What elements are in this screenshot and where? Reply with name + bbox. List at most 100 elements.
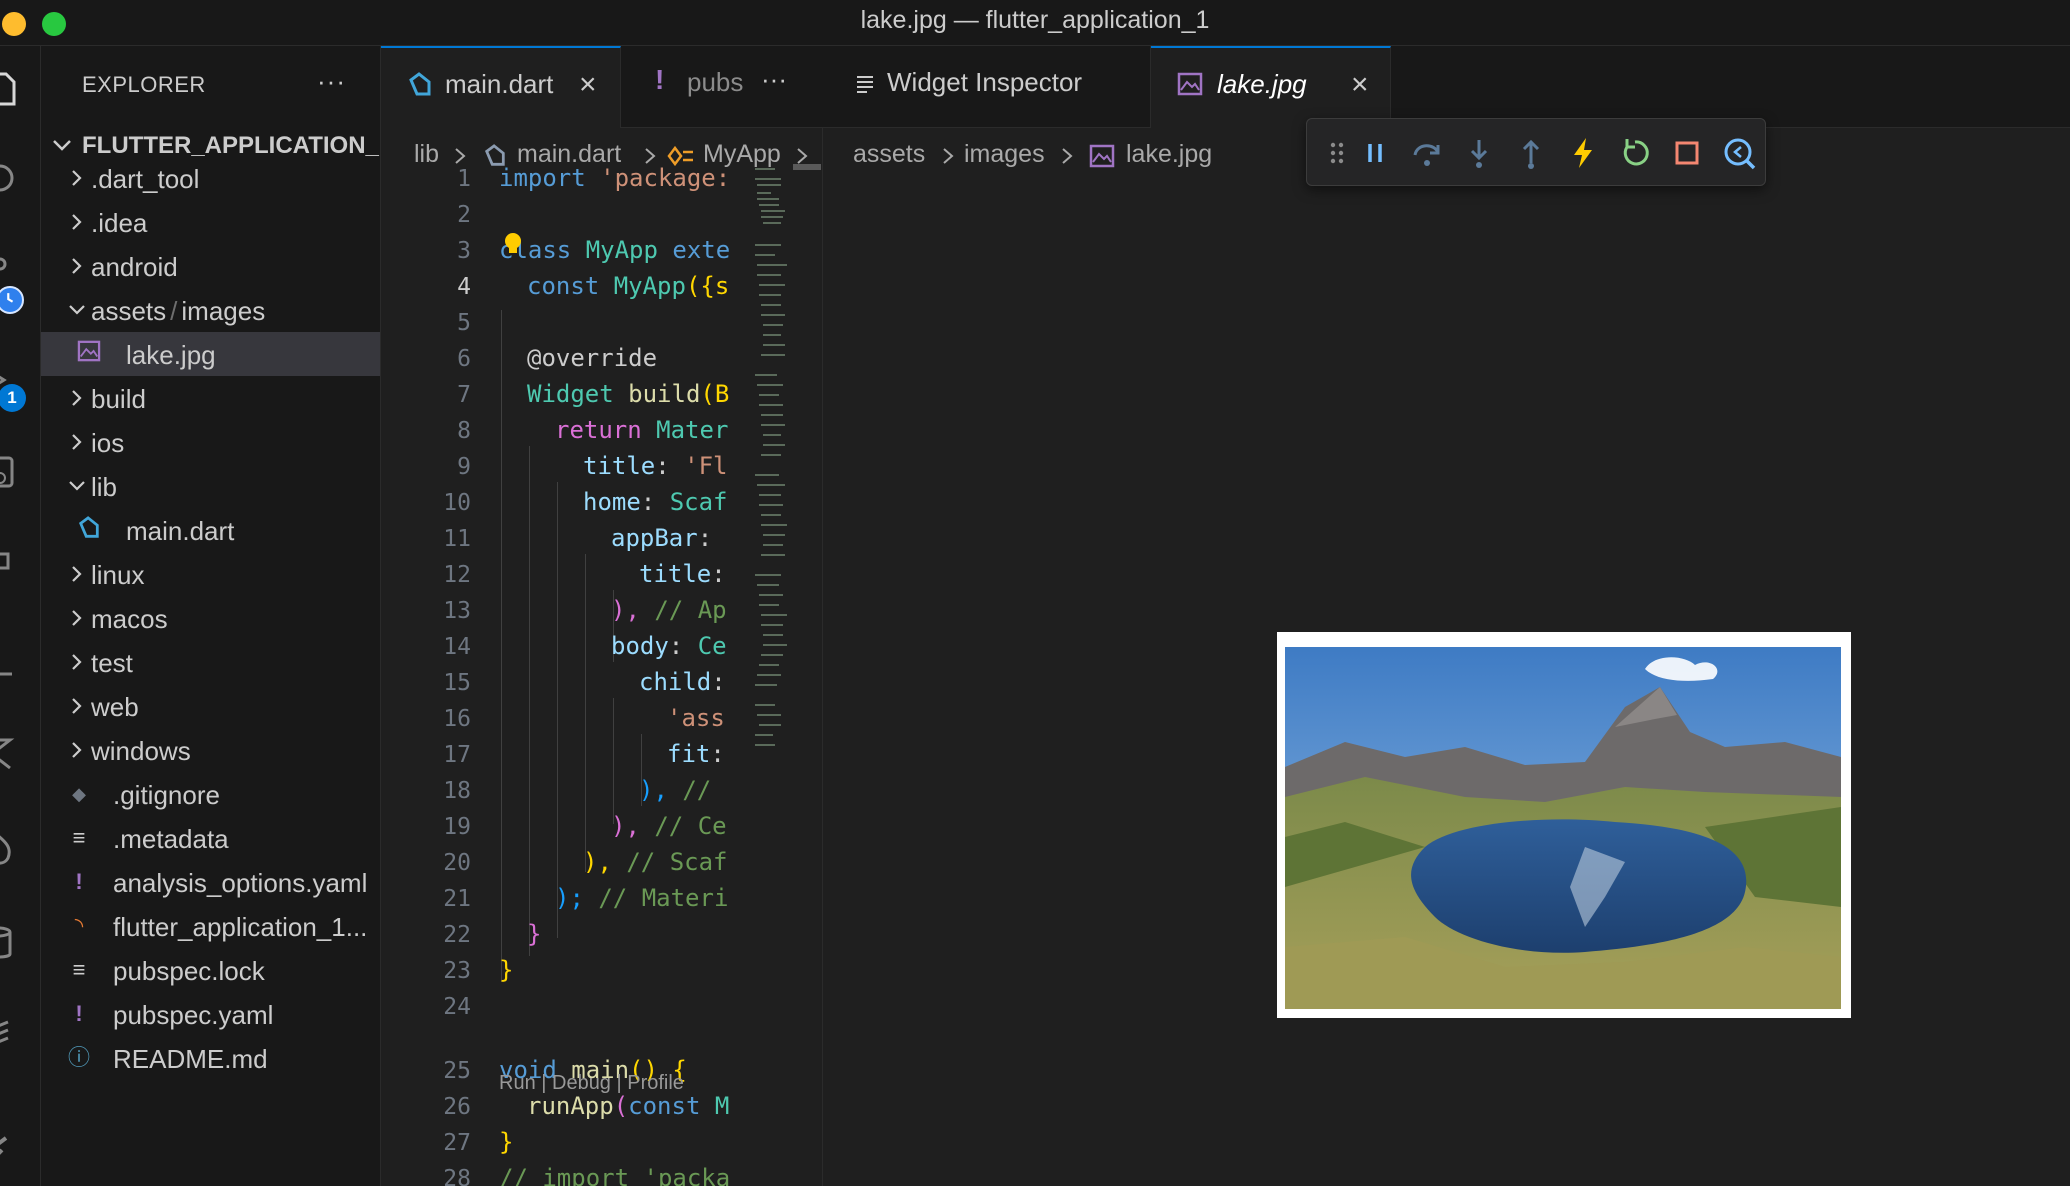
line-number: 17 [443, 742, 471, 768]
code-lens-run-debug-profile[interactable]: Run | Debug | Profile [499, 1072, 684, 1095]
code-editor[interactable]: import 'package: class MyApp exte const My… [499, 164, 749, 1186]
tab-lake-jpg[interactable]: lake.jpg × [1151, 46, 1391, 128]
gripper-icon[interactable] [1319, 135, 1355, 171]
tab-widget-inspector[interactable]: Widget Inspector [823, 46, 1151, 128]
line-number: 9 [457, 454, 471, 480]
code-token: ), [611, 812, 640, 840]
code-token: : [711, 668, 726, 696]
pause-icon[interactable] [1357, 135, 1393, 171]
layers-icon[interactable] [0, 1020, 16, 1054]
remote-explorer-icon[interactable] [0, 456, 16, 490]
tree-item[interactable]: build [41, 376, 380, 420]
source-control-icon[interactable] [0, 256, 16, 290]
tree-item[interactable]: windows [41, 728, 380, 772]
breadcrumb-item[interactable]: images [964, 140, 1045, 169]
tree-item-label: README.md [113, 1044, 268, 1074]
wrench-icon[interactable] [0, 1134, 16, 1168]
files-icon[interactable] [0, 72, 16, 106]
tree-item[interactable]: ◆ .gitignore [41, 772, 380, 816]
extensions-icon[interactable] [0, 550, 16, 584]
debug-toolbar [1306, 118, 1766, 186]
widget-inspect-icon[interactable] [1721, 135, 1757, 171]
step-into-icon[interactable] [1461, 135, 1497, 171]
tree-item[interactable]: ≡ pubspec.lock [41, 948, 380, 992]
tree-item[interactable]: .idea [41, 200, 380, 244]
image-preview[interactable] [1277, 632, 1851, 1018]
image-file-icon [75, 340, 103, 368]
lines-file-icon: ≡ [72, 957, 86, 982]
tree-item[interactable]: lake.jpg [41, 332, 380, 376]
tree-item-label: .metadata [113, 824, 229, 854]
step-over-icon[interactable] [1409, 135, 1445, 171]
code-token: ), [583, 848, 612, 876]
code-token: : [655, 452, 685, 480]
database-icon[interactable] [0, 926, 16, 960]
hot-restart-icon[interactable] [1617, 135, 1653, 171]
tree-item[interactable]: macos [41, 596, 380, 640]
code-token: M [700, 1092, 730, 1120]
tree-item[interactable]: ◝ flutter_application_1... [41, 904, 380, 948]
chevron-right-icon [72, 214, 82, 230]
tab-more-actions-button[interactable]: ··· [761, 64, 787, 95]
tree-item[interactable]: ⓘ README.md [41, 1036, 380, 1080]
step-out-icon[interactable] [1513, 135, 1549, 171]
tree-item[interactable]: linux [41, 552, 380, 596]
close-icon[interactable]: × [1351, 68, 1369, 102]
tree-item[interactable]: test [41, 640, 380, 684]
breadcrumb-item[interactable]: assets [853, 140, 925, 169]
line-number: 3 [457, 238, 471, 264]
window-title: lake.jpg — flutter_application_1 [860, 6, 1210, 34]
code-token: title [583, 452, 656, 480]
code-token: 'Fl [684, 452, 728, 480]
stop-icon[interactable] [1669, 135, 1705, 171]
breadcrumb-item[interactable]: lake.jpg [1126, 140, 1212, 169]
minimap[interactable] [751, 164, 791, 784]
tree-item[interactable]: ! pubspec.yaml [41, 992, 380, 1036]
tree-item[interactable]: ios [41, 420, 380, 464]
line-number: 19 [443, 814, 471, 840]
chevron-right-icon [645, 148, 656, 164]
hot-reload-icon[interactable] [1565, 135, 1601, 171]
chevron-right-icon [72, 654, 82, 670]
line-number: 2 [457, 202, 471, 228]
lightbulb-icon[interactable] [503, 232, 523, 256]
flutter-icon[interactable] [0, 738, 16, 772]
path-separator: / [170, 296, 178, 326]
chevron-right-icon [72, 566, 82, 582]
code-line: ); // Materi [555, 884, 728, 912]
close-icon[interactable]: × [579, 68, 597, 102]
code-line: import 'package: [499, 164, 730, 192]
tree-item[interactable]: lib [41, 464, 380, 508]
tab-label: lake.jpg [1217, 69, 1307, 99]
tree-item[interactable]: ! analysis_options.yaml [41, 860, 380, 904]
chevron-right-icon [72, 258, 82, 274]
testing-icon[interactable] [0, 644, 16, 678]
tab-pubspec[interactable]: ! pubs ··· [621, 46, 823, 128]
tree-item[interactable]: main.dart [41, 508, 380, 552]
tree-item-label: analysis_options.yaml [113, 868, 368, 898]
info-file-icon: ⓘ [67, 1045, 90, 1070]
flame-icon[interactable] [0, 832, 16, 866]
tree-item[interactable]: ≡ .metadata [41, 816, 380, 860]
tree-item[interactable]: .dart_tool [41, 156, 380, 200]
tree-item[interactable]: web [41, 684, 380, 728]
vertical-scrollbar[interactable] [793, 164, 821, 170]
image-file-icon [1177, 72, 1203, 96]
code-line: const MyApp({s [527, 272, 729, 300]
code-token: build [613, 380, 701, 408]
rss-file-icon: ◝ [74, 913, 84, 938]
tree-item[interactable]: assets / images [41, 288, 380, 332]
code-line: ), // Scaf [583, 848, 728, 876]
code-token: } [499, 956, 514, 984]
breadcrumb-item[interactable]: lib [414, 140, 439, 169]
code-token: runApp [527, 1092, 614, 1120]
line-number: 8 [457, 418, 471, 444]
code-line: home: Scaf [583, 488, 728, 516]
line-number: 26 [443, 1094, 471, 1120]
line-number: 10 [443, 490, 471, 516]
tree-item[interactable]: android [41, 244, 380, 288]
explorer-more-actions-button[interactable]: ··· [317, 66, 346, 97]
code-token: body [611, 632, 669, 660]
tab-main-dart[interactable]: main.dart × [381, 46, 621, 128]
search-icon[interactable] [0, 162, 16, 196]
